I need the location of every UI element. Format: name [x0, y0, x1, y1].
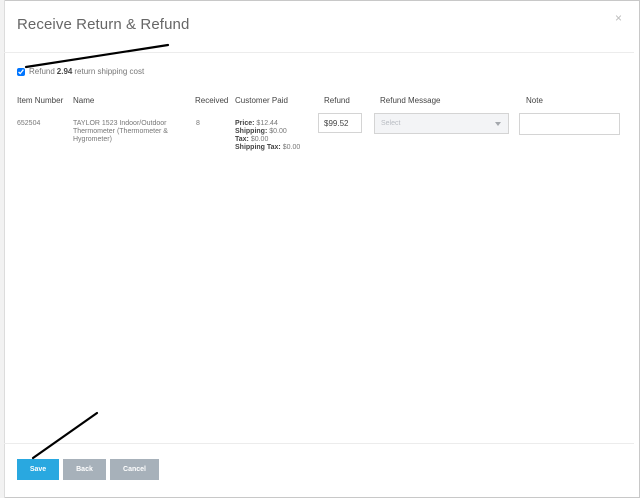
- header-divider: [4, 52, 634, 53]
- page-background-edge: [0, 0, 5, 498]
- cell-item-number: 652504: [17, 120, 41, 127]
- close-icon[interactable]: ×: [615, 11, 622, 25]
- cell-customer-paid: Price: $12.44 Shipping: $0.00 Tax: $0.00…: [235, 120, 300, 152]
- refund-shipping-label-prefix: Refund: [29, 67, 55, 76]
- refund-shipping-checkbox[interactable]: [17, 67, 25, 76]
- cancel-button[interactable]: Cancel: [110, 459, 159, 480]
- header-customer-paid: Customer Paid: [235, 96, 288, 105]
- tax-label: Tax:: [235, 136, 249, 143]
- refund-amount-input[interactable]: [318, 113, 362, 133]
- shipping-tax-value: $0.00: [282, 144, 301, 151]
- price-label: Price:: [235, 120, 255, 127]
- header-refund: Refund: [324, 96, 350, 105]
- shipping-tax-label: Shipping Tax:: [235, 144, 281, 151]
- price-value: $12.44: [256, 120, 278, 127]
- save-button[interactable]: Save: [17, 459, 59, 480]
- modal-title: Receive Return & Refund: [17, 16, 190, 33]
- refund-shipping-row: Refund 2.94 return shipping cost: [17, 67, 144, 76]
- header-item-number: Item Number: [17, 96, 64, 105]
- shipping-label: Shipping:: [235, 128, 268, 135]
- cell-received: 8: [196, 120, 200, 127]
- chevron-down-icon: [495, 122, 501, 126]
- back-button[interactable]: Back: [63, 459, 106, 480]
- header-received: Received: [195, 96, 229, 105]
- header-note: Note: [526, 96, 543, 105]
- refund-message-select[interactable]: Select: [374, 113, 509, 134]
- tax-value: $0.00: [250, 136, 269, 143]
- header-name: Name: [73, 96, 95, 105]
- footer-divider: [4, 443, 634, 444]
- cell-name: TAYLOR 1523 Indoor/Outdoor Thermometer (…: [73, 120, 168, 143]
- shipping-value: $0.00: [269, 128, 287, 135]
- refund-message-placeholder: Select: [381, 120, 401, 127]
- header-refund-message: Refund Message: [380, 96, 441, 105]
- note-input[interactable]: [519, 113, 620, 135]
- refund-shipping-label-suffix: return shipping cost: [74, 67, 145, 76]
- refund-shipping-amount: 2.94: [56, 67, 73, 76]
